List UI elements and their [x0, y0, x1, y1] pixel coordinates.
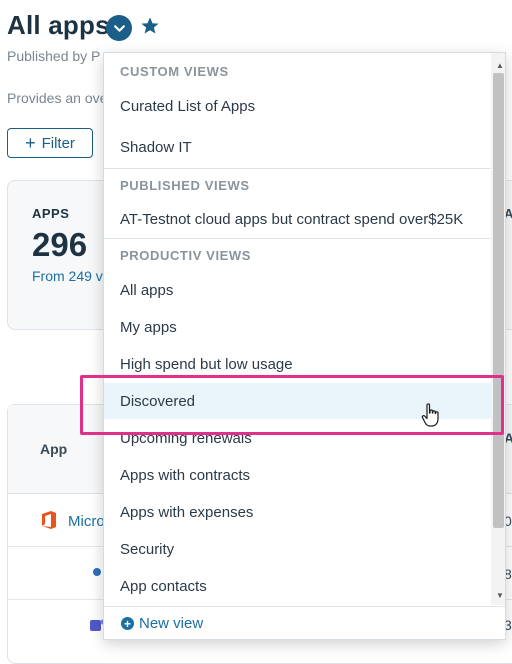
plus-icon: + [25, 133, 36, 153]
published-by-text: Published by P [7, 48, 101, 64]
page-description: Provides an ove [7, 90, 108, 106]
menu-divider [104, 238, 492, 239]
menu-item-app-contacts[interactable]: App contacts [120, 578, 207, 595]
chevron-down-icon [113, 24, 125, 32]
menu-item-security[interactable]: Security [120, 541, 174, 558]
scrollbar-thumb[interactable] [493, 73, 504, 528]
menu-item-my-apps[interactable]: My apps [120, 319, 177, 336]
new-view-button[interactable]: + New view [121, 615, 203, 632]
filter-label: Filter [41, 134, 75, 152]
apps-stat-sub[interactable]: From 249 v [32, 268, 103, 284]
app-icon [93, 568, 101, 576]
new-view-label: New view [139, 615, 204, 632]
plus-circle-icon: + [121, 617, 134, 630]
menu-item-high-spend[interactable]: High spend but low usage [120, 356, 293, 373]
menu-item-shadow-it[interactable]: Shadow IT [120, 139, 192, 156]
views-dropdown-menu: CUSTOM VIEWS Curated List of Apps Shadow… [103, 52, 506, 640]
section-productiv-views: PRODUCTIV VIEWS [120, 248, 252, 263]
hand-pointer-icon [421, 403, 439, 427]
menu-item-at-testnot[interactable]: AT-Testnot cloud apps but contract spend… [120, 211, 463, 228]
office-icon [42, 511, 56, 529]
scroll-down-arrow-icon[interactable]: ▼ [496, 591, 504, 600]
column-header-app[interactable]: App [40, 441, 67, 457]
scroll-up-arrow-icon[interactable]: ▲ [496, 61, 504, 70]
star-icon[interactable] [140, 16, 160, 36]
menu-item-apps-with-contracts[interactable]: Apps with contracts [120, 467, 250, 484]
section-custom-views: CUSTOM VIEWS [120, 64, 229, 79]
menu-item-curated-list[interactable]: Curated List of Apps [120, 98, 255, 115]
menu-item-apps-with-expenses[interactable]: Apps with expenses [120, 504, 253, 521]
apps-stat-value: 296 [32, 226, 88, 263]
page-title: All apps [7, 10, 110, 40]
app-name-link[interactable]: Micro [68, 513, 105, 530]
apps-stat-label: APPS [32, 206, 70, 221]
section-published-views: PUBLISHED VIEWS [120, 178, 250, 193]
menu-item-all-apps[interactable]: All apps [120, 282, 173, 299]
views-dropdown-toggle[interactable] [106, 15, 132, 41]
filter-button[interactable]: + Filter [7, 128, 93, 158]
menu-divider [104, 168, 492, 169]
